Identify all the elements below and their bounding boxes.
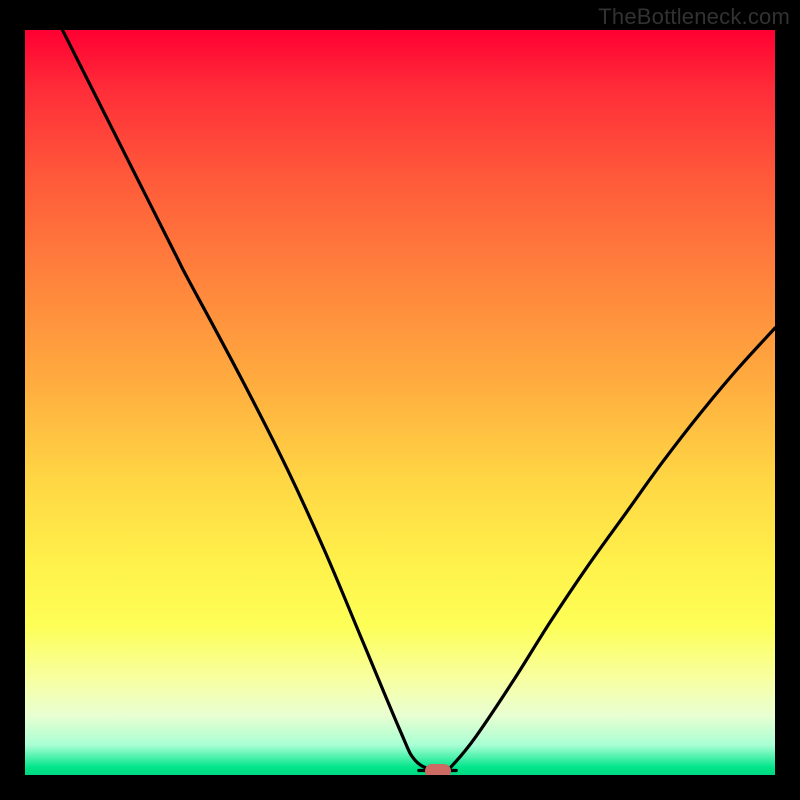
chart-frame: TheBottleneck.com — [0, 0, 800, 800]
watermark-text: TheBottleneck.com — [598, 4, 790, 30]
bottleneck-marker — [425, 764, 451, 775]
plot-area — [25, 30, 775, 775]
bottleneck-curve — [63, 30, 776, 772]
curve-layer — [25, 30, 775, 775]
